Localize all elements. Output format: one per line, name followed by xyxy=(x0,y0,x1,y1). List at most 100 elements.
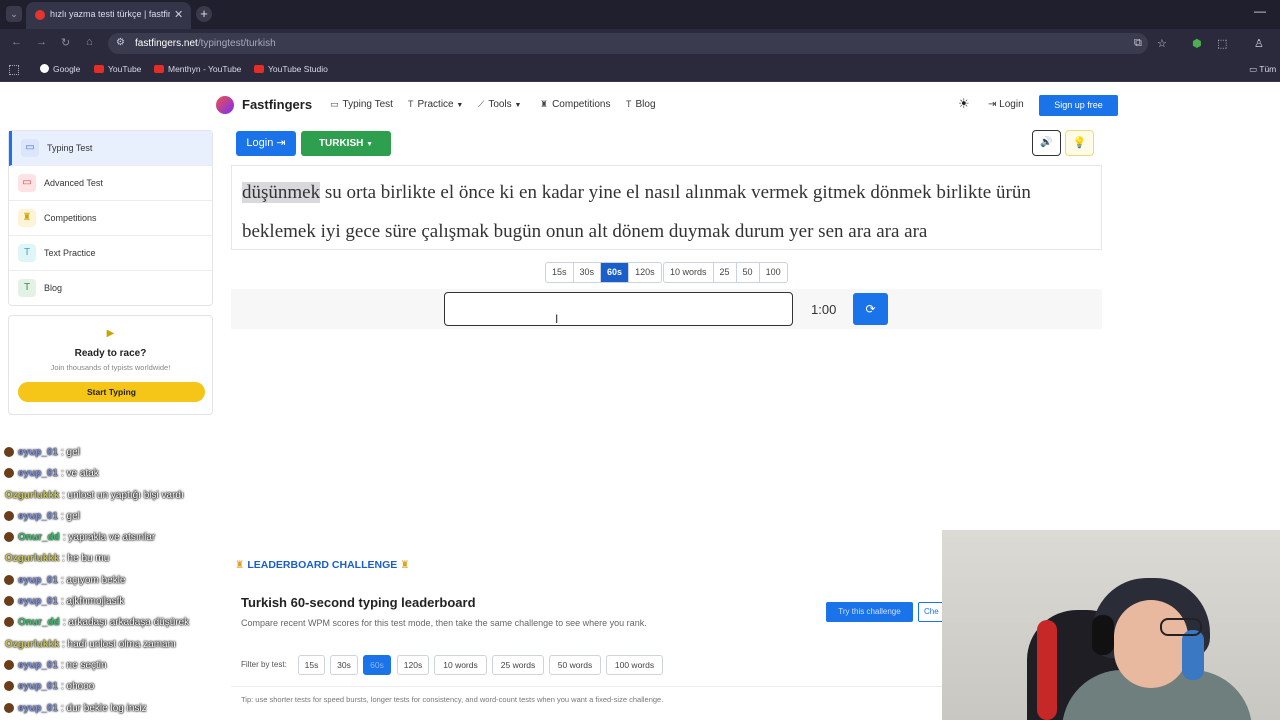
sidebar-item-advanced-test[interactable]: ▭ Advanced Test xyxy=(9,166,212,201)
filter-label: Filter by test: xyxy=(241,660,287,669)
trophy-icon: ♜ xyxy=(235,559,245,571)
nav-typing-test[interactable]: ▭ Typing Test xyxy=(330,99,393,110)
try-challenge-button[interactable]: Try this challenge xyxy=(826,602,913,622)
chat-username: eyup_01 xyxy=(18,596,59,608)
chat-message: eyup_01: ajkfnmojlasfk xyxy=(0,593,225,614)
caret-down-icon: ▼ xyxy=(366,141,374,148)
filter-10-words[interactable]: 10 words xyxy=(434,655,487,675)
sidebar-menu: ▭ Typing Test ▭ Advanced Test ♜ Competit… xyxy=(8,130,213,306)
chat-username: Ozgurlukkk xyxy=(5,638,60,650)
nav-tools[interactable]: ⟋ Tools ▼ xyxy=(478,99,521,110)
close-tab-icon[interactable]: ✕ xyxy=(174,8,183,21)
webcam-headset xyxy=(1092,615,1114,655)
chart-icon: ⟋ xyxy=(478,99,485,109)
bookmark-all-folder[interactable]: ▭ Tüm xyxy=(1249,64,1276,75)
chat-username: eyup_01 xyxy=(18,510,59,522)
bookmark-google[interactable]: Google xyxy=(40,64,80,74)
mode-30s[interactable]: 30s xyxy=(574,263,602,282)
extensions-icon[interactable]: ⬚ xyxy=(1217,37,1227,50)
sidebar-item-text-practice[interactable]: T Text Practice xyxy=(9,236,212,271)
browser-tab[interactable]: hızlı yazma testi türkçe | fastfing ✕ xyxy=(26,2,191,29)
filter-25-words[interactable]: 25 words xyxy=(492,655,544,675)
chat-username: eyup_01 xyxy=(18,574,59,586)
bookmark-youtube-studio[interactable]: YouTube Studio xyxy=(254,64,328,74)
nav-blog[interactable]: T Blog xyxy=(626,99,656,110)
extension-shield-icon[interactable]: ⬢ xyxy=(1192,37,1202,50)
text-icon: T xyxy=(18,244,36,262)
chat-username: Ozgurlukkk xyxy=(5,489,60,501)
chat-text: : yaprakla ve atsınlar xyxy=(63,532,156,544)
keyboard-icon: ▭ xyxy=(330,99,339,109)
tab-title: hızlı yazma testi türkçe | fastfing xyxy=(50,9,170,19)
stream-chat-overlay: eyup_01: gel eyup_01: ve atak Ozgurlukkk: … xyxy=(0,444,225,720)
mode-50-words[interactable]: 50 xyxy=(737,263,760,282)
fastfingers-logo-icon[interactable] xyxy=(216,96,234,114)
sidebar-item-label: Competitions xyxy=(44,213,97,223)
filter-120s[interactable]: 120s xyxy=(397,655,429,675)
back-icon[interactable]: ← xyxy=(11,36,22,48)
chat-username: eyup_01 xyxy=(18,659,59,671)
chat-username: Onur_dd xyxy=(18,532,60,544)
minimize-window-icon[interactable]: — xyxy=(1254,4,1266,18)
reload-icon[interactable]: ↻ xyxy=(61,36,70,49)
language-select-button[interactable]: TURKISH ▼ xyxy=(301,131,391,156)
address-bar-row: ← → ↻ ⌂ ⚙ fastfingers.net/typingtest/tur… xyxy=(0,29,1280,58)
profile-icon[interactable]: ♙ xyxy=(1254,37,1264,50)
mode-120s[interactable]: 120s xyxy=(629,263,661,282)
bookmark-star-icon[interactable]: ☆ xyxy=(1157,37,1167,50)
trophy-icon: ♜ xyxy=(540,99,549,109)
mode-15s[interactable]: 15s xyxy=(546,263,574,282)
forward-icon[interactable]: → xyxy=(36,36,47,48)
signup-button[interactable]: Sign up free xyxy=(1039,95,1118,116)
filter-50-words[interactable]: 50 words xyxy=(549,655,601,675)
start-typing-button[interactable]: Start Typing xyxy=(18,382,205,402)
theme-toggle-sun-icon[interactable]: ☀ xyxy=(958,96,970,112)
new-tab-icon[interactable]: + xyxy=(196,6,212,22)
typing-input[interactable] xyxy=(444,292,793,326)
sidebar-item-blog[interactable]: T Blog xyxy=(9,271,212,306)
nav-competitions[interactable]: ♜ Competitions xyxy=(540,99,610,110)
leaderboard-title: Turkish 60-second typing leaderboard xyxy=(241,595,476,610)
trophy-icon: ♜ xyxy=(18,209,36,227)
filter-60s[interactable]: 60s xyxy=(363,655,391,675)
sidebar-item-competitions[interactable]: ♜ Competitions xyxy=(9,201,212,236)
restart-button[interactable]: ⟳ xyxy=(853,293,888,325)
install-app-icon[interactable]: ⧉ xyxy=(1134,37,1142,50)
webcam-person-face xyxy=(1114,600,1188,688)
chat-text: : hadi unlost olma zamanı xyxy=(62,638,176,650)
chat-username: eyup_01 xyxy=(18,447,59,458)
header-login-link[interactable]: ⇥ Login xyxy=(988,99,1024,110)
nav-practice[interactable]: T Practice ▼ xyxy=(408,99,463,110)
lightbulb-icon[interactable]: 💡 xyxy=(1065,130,1094,156)
chat-username: eyup_01 xyxy=(18,681,59,693)
bookmark-menthyn-youtube[interactable]: Menthyn - YouTube xyxy=(154,64,241,74)
chat-message: eyup_01: gel xyxy=(0,508,225,529)
url-field[interactable]: ⚙ fastfingers.net/typingtest/turkish xyxy=(108,33,1148,54)
caret-down-icon: ▼ xyxy=(514,102,522,109)
apps-grid-icon[interactable] xyxy=(9,65,19,75)
site-info-icon[interactable]: ⚙ xyxy=(116,37,125,48)
time-mode-group: 15s 30s 60s 120s xyxy=(545,262,662,283)
browser-tab-bar: ⌄ hızlı yazma testi türkçe | fastfing ✕ … xyxy=(0,0,1280,29)
mode-100-words[interactable]: 100 xyxy=(760,263,787,282)
chat-badge-icon xyxy=(4,702,14,713)
chat-badge-icon xyxy=(4,659,14,670)
sidebar-item-typing-test[interactable]: ▭ Typing Test xyxy=(9,131,212,166)
chat-text: : ne seçtin xyxy=(61,659,107,671)
tab-search-icon[interactable]: ⌄ xyxy=(6,6,22,22)
sound-toggle-icon[interactable]: 🔊 xyxy=(1032,130,1061,156)
mode-25-words[interactable]: 25 xyxy=(714,263,737,282)
bookmark-youtube[interactable]: YouTube xyxy=(94,64,141,74)
mode-60s[interactable]: 60s xyxy=(601,263,630,282)
home-icon[interactable]: ⌂ xyxy=(86,36,93,48)
test-login-button[interactable]: Login ⇥ xyxy=(236,131,296,156)
filter-15s[interactable]: 15s xyxy=(298,655,325,675)
current-word: düşünmek xyxy=(242,182,321,203)
chat-badge-icon xyxy=(4,596,14,607)
mode-10-words[interactable]: 10 words xyxy=(664,263,714,282)
leaderboard-heading: ♜ LEADERBOARD CHALLENGE ♜ xyxy=(235,559,410,571)
keyboard-icon: ▭ xyxy=(18,174,36,192)
site-logo[interactable]: Fastfingers xyxy=(242,97,312,112)
filter-30s[interactable]: 30s xyxy=(330,655,358,675)
filter-100-words[interactable]: 100 words xyxy=(606,655,663,675)
